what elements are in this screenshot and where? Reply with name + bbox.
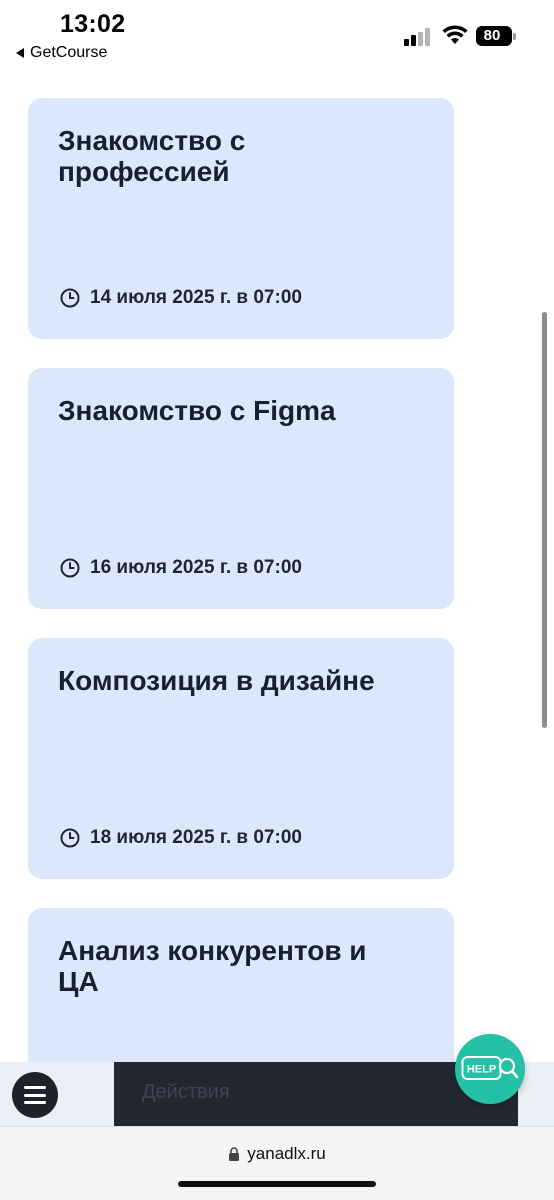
lesson-date: 18 июля 2025 г. в 07:00 bbox=[90, 827, 302, 848]
scrollbar-thumb[interactable] bbox=[542, 312, 547, 728]
wifi-icon bbox=[442, 25, 468, 44]
help-label: HELP bbox=[467, 1064, 496, 1076]
lesson-title: Анализ конкурентов и ЦА bbox=[58, 935, 367, 997]
status-bar: 13:02 GetCourse 80 bbox=[0, 0, 554, 70]
url-text: yanadlx.ru bbox=[247, 1144, 326, 1163]
lock-icon bbox=[229, 1147, 240, 1161]
clock-icon bbox=[60, 558, 80, 578]
battery-icon: 80 bbox=[476, 26, 516, 46]
back-app-label: GetCourse bbox=[30, 44, 108, 61]
home-indicator[interactable] bbox=[178, 1181, 376, 1187]
lesson-card[interactable]: Анализ конкурентов и ЦА bbox=[28, 908, 454, 1062]
lessons-list[interactable]: Знакомство с профессией 14 июля 2025 г. … bbox=[0, 70, 554, 1062]
lesson-title: Знакомство с Figma bbox=[58, 395, 336, 426]
clock-icon bbox=[60, 828, 80, 848]
lesson-date-row: 14 июля 2025 г. в 07:00 bbox=[60, 287, 302, 309]
lesson-date: 14 июля 2025 г. в 07:00 bbox=[90, 287, 302, 308]
browser-address-bar[interactable]: yanadlx.ru bbox=[0, 1126, 554, 1200]
page-scrollbar[interactable] bbox=[542, 312, 548, 728]
clock-time: 13:02 bbox=[60, 10, 126, 38]
back-to-app-link[interactable]: GetCourse bbox=[16, 44, 107, 62]
lesson-date-row: 16 июля 2025 г. в 07:00 bbox=[60, 557, 302, 579]
lesson-title: Композиция в дизайне bbox=[58, 665, 375, 696]
lesson-date: 16 июля 2025 г. в 07:00 bbox=[90, 557, 302, 578]
help-button[interactable]: HELP bbox=[455, 1034, 525, 1104]
battery-level: 80 bbox=[483, 27, 501, 44]
lesson-card[interactable]: Композиция в дизайне 18 июля 2025 г. в 0… bbox=[28, 638, 454, 879]
lesson-card[interactable]: Знакомство с профессией 14 июля 2025 г. … bbox=[28, 98, 454, 339]
help-search-icon: HELP bbox=[461, 1056, 519, 1080]
lesson-date-row: 18 июля 2025 г. в 07:00 bbox=[60, 827, 302, 849]
cellular-signal-icon bbox=[404, 28, 434, 46]
url-display[interactable]: yanadlx.ru bbox=[0, 1144, 554, 1164]
clock-icon bbox=[60, 288, 80, 308]
lesson-title: Знакомство с профессией bbox=[58, 125, 246, 187]
menu-button[interactable] bbox=[12, 1072, 58, 1118]
lesson-card[interactable]: Знакомство с Figma 16 июля 2025 г. в 07:… bbox=[28, 368, 454, 609]
back-arrow-icon bbox=[16, 48, 24, 58]
